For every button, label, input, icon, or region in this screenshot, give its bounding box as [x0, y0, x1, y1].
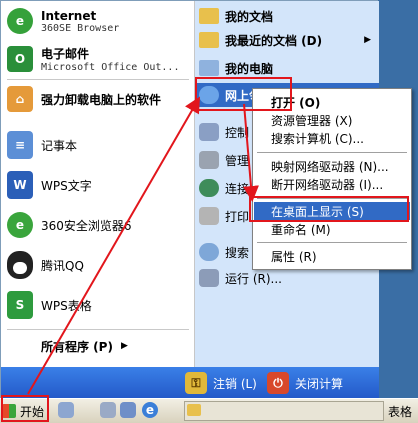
- ctx-separator: [257, 152, 407, 153]
- triangle-right-icon: ▶: [364, 35, 371, 45]
- recent-qq[interactable]: 腾讯QQ: [7, 249, 191, 281]
- recent-uninstall[interactable]: ⌂ 强力卸载电脑上的软件: [7, 85, 191, 113]
- pinned-separator: [7, 79, 189, 80]
- right-item-run-label: 运行 (R)...: [225, 271, 282, 286]
- start-button-label: 开始: [20, 404, 45, 419]
- right-item-connect[interactable]: 连接: [199, 177, 259, 199]
- all-programs-separator: [7, 329, 189, 330]
- right-item-recent-docs-label: 我最近的文档 (D): [225, 33, 323, 48]
- search-icon: [199, 243, 219, 261]
- right-item-connect-label: 连接: [225, 181, 250, 196]
- start-menu-bottom-bar: ⚿ 注销 (L) ⏻ 关闭计算: [1, 367, 379, 399]
- ctx-separator: [257, 198, 407, 199]
- notepad-icon: ≡: [7, 131, 33, 159]
- qq-penguin-icon: [7, 251, 33, 279]
- ctx-show-on-desktop[interactable]: 在桌面上显示 (S): [254, 202, 410, 220]
- ctx-separator: [257, 242, 407, 243]
- folder-icon: [199, 8, 219, 24]
- taskbar-window-button[interactable]: [184, 401, 384, 421]
- start-button[interactable]: 开始: [2, 401, 48, 421]
- recent-wps-writer-label: WPS文字: [41, 178, 92, 193]
- pinned-email-sub: Microsoft Office Out...: [41, 62, 180, 73]
- quicklaunch-icon[interactable]: [58, 402, 74, 418]
- all-programs-button[interactable]: 所有程序 (P) ▶: [41, 335, 181, 357]
- ctx-search-computer[interactable]: 搜索计算机 (C)...: [254, 129, 410, 147]
- recent-wps-sheet[interactable]: S WPS表格: [7, 289, 191, 321]
- recent-qq-label: 腾讯QQ: [41, 258, 84, 273]
- recent-wps-writer[interactable]: W WPS文字: [7, 169, 191, 201]
- recent-360-browser[interactable]: e 360安全浏览器6: [7, 209, 191, 241]
- right-item-run[interactable]: 运行 (R)...: [199, 267, 375, 289]
- ctx-map-drive[interactable]: 映射网络驱动器 (N)...: [254, 157, 410, 175]
- right-item-manage[interactable]: 管理: [199, 149, 259, 171]
- quicklaunch-icon[interactable]: [120, 402, 136, 418]
- ctx-open[interactable]: 打开 (O): [254, 93, 410, 111]
- network-icon: [199, 86, 219, 104]
- wps-sheet-icon: S: [7, 291, 33, 319]
- ctx-disconnect-drive[interactable]: 断开网络驱动器 (I)...: [254, 175, 410, 193]
- computer-icon: [199, 60, 219, 76]
- right-item-my-computer[interactable]: 我的电脑: [199, 57, 375, 79]
- outlook-icon: O: [7, 46, 33, 72]
- control-panel-icon: [199, 123, 219, 141]
- logoff-label: 注销 (L): [213, 376, 257, 391]
- run-icon: [199, 269, 219, 287]
- taskbar: 开始 e 表格: [0, 398, 418, 423]
- wps-writer-icon: W: [7, 171, 33, 199]
- recent-360-browser-label: 360安全浏览器6: [41, 218, 132, 233]
- quicklaunch-icon[interactable]: [100, 402, 116, 418]
- taskbar-window-label: 表格: [388, 405, 413, 419]
- pinned-email-label: 电子邮件: [41, 47, 90, 61]
- logoff-button[interactable]: ⚿ 注销 (L): [185, 371, 265, 395]
- ctx-properties[interactable]: 属性 (R): [254, 247, 410, 265]
- browser-icon: e: [7, 8, 33, 34]
- folder-icon: [199, 32, 219, 48]
- recent-uninstall-label: 强力卸载电脑上的软件: [41, 92, 162, 107]
- right-item-search-label: 搜索: [225, 245, 250, 260]
- right-item-my-computer-label: 我的电脑: [225, 61, 274, 76]
- connect-globe-icon: [199, 179, 219, 197]
- right-item-search[interactable]: 搜索: [199, 241, 259, 263]
- recent-wps-sheet-label: WPS表格: [41, 298, 92, 313]
- right-item-my-documents-label: 我的文档: [225, 9, 274, 24]
- pinned-internet-label: Internet: [41, 8, 97, 23]
- pinned-internet-sub: 360SE Browser: [41, 22, 120, 34]
- all-programs-label: 所有程序 (P): [41, 339, 113, 354]
- windows-logo-icon: [2, 404, 16, 418]
- key-icon: ⚿: [185, 372, 207, 394]
- recent-notepad[interactable]: ≡ 记事本: [7, 129, 191, 161]
- shutdown-button[interactable]: ⏻ 关闭计算: [267, 371, 377, 395]
- right-item-recent-docs[interactable]: 我最近的文档 (D) ▶: [199, 29, 375, 51]
- power-icon: ⏻: [267, 372, 289, 394]
- pinned-internet[interactable]: e Internet 360SE Browser: [7, 5, 191, 37]
- right-item-printers[interactable]: 打印: [199, 205, 259, 227]
- uninstall-icon: ⌂: [7, 86, 33, 112]
- triangle-right-icon: ▶: [120, 341, 128, 351]
- ie-icon[interactable]: e: [142, 402, 158, 418]
- printer-icon: [199, 207, 219, 225]
- right-item-manage-label: 管理: [225, 153, 250, 168]
- shutdown-label: 关闭计算: [295, 376, 344, 391]
- right-item-control-panel[interactable]: 控制: [199, 121, 259, 143]
- right-item-control-panel-label: 控制: [225, 125, 250, 140]
- context-menu: 打开 (O) 资源管理器 (X) 搜索计算机 (C)... 映射网络驱动器 (N…: [252, 88, 412, 270]
- recent-notepad-label: 记事本: [41, 138, 78, 153]
- 360-browser-icon: e: [7, 212, 33, 238]
- pinned-email[interactable]: O 电子邮件 Microsoft Office Out...: [7, 43, 191, 75]
- folder-icon: [187, 404, 201, 416]
- start-menu-left-pane: e Internet 360SE Browser O 电子邮件 Microsof…: [1, 1, 195, 367]
- right-item-printers-label: 打印: [225, 209, 250, 224]
- right-item-my-documents[interactable]: 我的文档: [199, 5, 375, 27]
- ctx-rename[interactable]: 重命名 (M): [254, 220, 410, 238]
- ctx-explorer[interactable]: 资源管理器 (X): [254, 111, 410, 129]
- manage-tools-icon: [199, 151, 219, 169]
